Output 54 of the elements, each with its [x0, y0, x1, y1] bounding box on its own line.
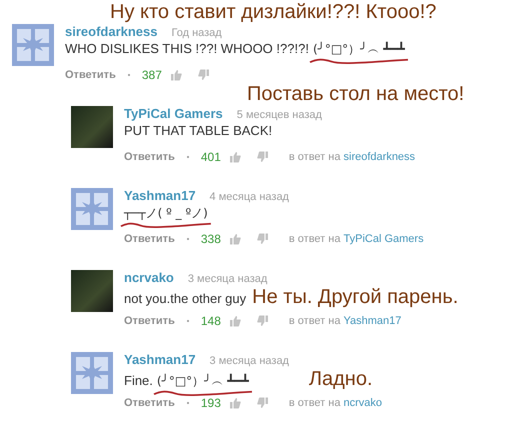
- thumbs-up-icon[interactable]: [228, 151, 241, 163]
- avatar-photo-placeholder: [71, 106, 113, 148]
- in-reply-to-text: в ответ на sireofdarkness: [288, 151, 416, 163]
- caption-text: Не ты. Другой парень.: [252, 287, 458, 307]
- caption-text: Ну кто ставит дизлайки!??! Ктооо!?: [110, 2, 436, 22]
- in-reply-to-text: в ответ на ncrvako: [288, 397, 382, 409]
- table-flip-text: (╯°□°）╯︵ ┻━┻: [312, 41, 405, 58]
- author-link[interactable]: Yashman17: [344, 315, 402, 327]
- comment-time: 5 месяцев назад: [236, 109, 322, 121]
- author-name[interactable]: TyPiCal Gamers: [124, 106, 223, 121]
- author-name[interactable]: Yashman17: [124, 188, 196, 203]
- in-reply-to-text: в ответ на TyPiCal Gamers: [288, 233, 424, 245]
- thumbs-up-icon[interactable]: [228, 315, 241, 327]
- author-link[interactable]: TyPiCal Gamers: [344, 233, 424, 245]
- caption-text: Ладно.: [308, 369, 373, 389]
- author-name[interactable]: ncrvako: [124, 270, 174, 285]
- reply-button[interactable]: Ответить: [124, 233, 175, 245]
- default-avatar-icon: [71, 352, 113, 394]
- thumbs-up-icon[interactable]: [228, 397, 241, 409]
- comment-time: 4 месяца назад: [210, 191, 289, 203]
- author-name[interactable]: Yashman17: [124, 352, 196, 367]
- comment-time: 3 месяца назад: [188, 273, 268, 285]
- like-count: 338: [200, 232, 221, 246]
- caption-text: Поставь стол на место!: [247, 84, 464, 104]
- avatar-photo-placeholder: [71, 270, 113, 312]
- author-link[interactable]: ncrvako: [344, 397, 382, 409]
- thumbs-down-icon[interactable]: [198, 69, 210, 81]
- thumbs-down-icon[interactable]: [256, 233, 269, 245]
- reply-button[interactable]: Ответить: [65, 69, 116, 81]
- table-flip-text: ┬─┬ノ( º _ ºノ): [124, 205, 208, 222]
- author-link[interactable]: sireofdarkness: [344, 151, 416, 163]
- comment-text: WHO DISLIKES THIS !??! WHOOO !??!?!: [65, 41, 309, 56]
- reply-button[interactable]: Ответить: [124, 397, 175, 409]
- author-name[interactable]: sireofdarkness: [65, 24, 158, 39]
- reply-button[interactable]: Ответить: [124, 315, 175, 327]
- comment-text: PUT THAT TABLE BACK!: [124, 123, 272, 138]
- like-count: 401: [200, 150, 221, 164]
- comment-text: not you.the other guy: [124, 291, 246, 306]
- thumbs-up-icon[interactable]: [228, 233, 241, 245]
- comment-text: Fine.: [124, 373, 153, 388]
- thumbs-up-icon[interactable]: [170, 69, 182, 81]
- in-reply-to-text: в ответ на Yashman17: [288, 315, 402, 327]
- like-count: 148: [200, 314, 221, 328]
- comment-time: 3 месяца назад: [210, 355, 289, 367]
- thumbs-down-icon[interactable]: [256, 315, 269, 327]
- thumbs-down-icon[interactable]: [256, 397, 269, 409]
- comment-time: Год назад: [172, 27, 222, 39]
- like-count: 387: [142, 68, 162, 82]
- reply-button[interactable]: Ответить: [124, 151, 175, 163]
- default-avatar-icon: [71, 188, 113, 230]
- table-flip-text: (╯°□°）╯︵ ┻━┻: [156, 373, 249, 390]
- like-count: 193: [200, 396, 221, 410]
- thumbs-down-icon[interactable]: [256, 151, 269, 163]
- default-avatar-icon: [12, 24, 54, 66]
